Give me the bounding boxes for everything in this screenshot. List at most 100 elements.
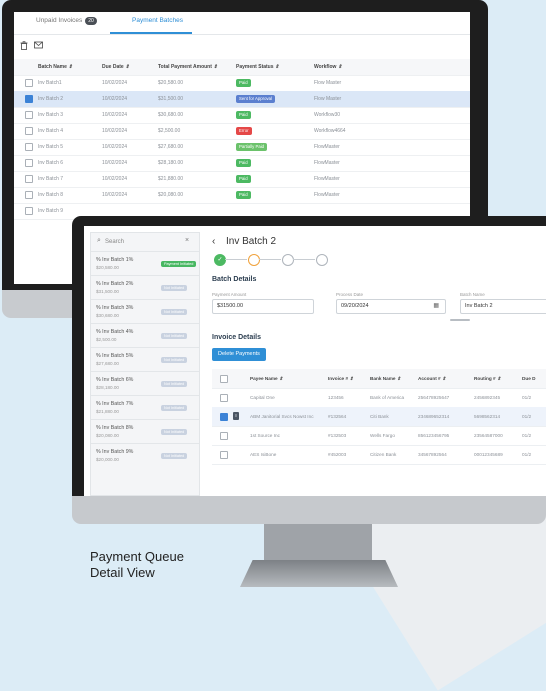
- back-arrow-icon[interactable]: ‹: [212, 236, 215, 247]
- col-account-number[interactable]: Account # ⇕: [418, 376, 446, 382]
- trash-icon[interactable]: [20, 41, 29, 50]
- mail-icon[interactable]: [34, 41, 43, 50]
- batch-name[interactable]: Inv Batch 3: [38, 112, 63, 118]
- invoice-number: 123456: [328, 395, 344, 400]
- horizontal-scrollbar[interactable]: [450, 319, 470, 321]
- row-checkbox[interactable]: [25, 175, 33, 183]
- due-date: 01/2: [522, 414, 532, 419]
- total-amount: $20,580.00: [158, 80, 184, 86]
- batch-name-field[interactable]: Inv Batch 2: [460, 299, 546, 314]
- batch-name[interactable]: Inv Batch 9: [38, 208, 63, 214]
- row-checkbox[interactable]: [25, 207, 33, 215]
- row-checkbox[interactable]: [220, 413, 228, 421]
- table-row[interactable]: Inv Batch 5 10/02/2024 $27,680.00 Partially…: [14, 139, 470, 156]
- col-due-date[interactable]: Due D: [522, 376, 536, 381]
- batch-list-item[interactable]: % Inv Batch 1% $20,580.00 Payment Initiate…: [91, 251, 199, 276]
- process-date-label: Process Date: [336, 292, 364, 297]
- tab-unpaid-invoices[interactable]: Unpaid Invoices 20: [36, 17, 97, 25]
- bank-name: Citizen Bank: [370, 452, 397, 457]
- batch-name[interactable]: Inv Batch 8: [38, 192, 63, 198]
- row-checkbox[interactable]: [25, 159, 33, 167]
- batch-name[interactable]: Inv Batch 7: [38, 176, 63, 182]
- table-row[interactable]: Inv Batch 2 10/02/2024 $31,500.00 Sent for …: [14, 91, 470, 108]
- tab-bar: Unpaid Invoices 20 Payment Batches: [14, 12, 470, 35]
- col-due-date[interactable]: Due Date ⇕: [102, 64, 129, 70]
- status-badge: Paid: [236, 159, 251, 167]
- col-bank-name[interactable]: Bank Name ⇕: [370, 376, 401, 382]
- batch-name[interactable]: Inv Batch 5: [38, 144, 63, 150]
- total-amount: $30,680.00: [158, 112, 184, 118]
- table-row[interactable]: 1st Source Inc #132503 Wells Fargo 85612345…: [212, 426, 546, 446]
- row-checkbox[interactable]: [25, 143, 33, 151]
- col-routing-number[interactable]: Routing # ⇕: [474, 376, 501, 382]
- col-batch-name[interactable]: Batch Name ⇕: [38, 64, 73, 70]
- table-row[interactable]: Inv Batch 8 10/02/2024 $20,080.00 Paid FlowM…: [14, 187, 470, 204]
- step-connector: [293, 259, 315, 260]
- batch-list-item[interactable]: % Inv Batch 9% $20,000.00 Not Initiated: [91, 443, 199, 468]
- batch-list-item[interactable]: % Inv Batch 2% $31,500.00 Not Initiated: [91, 275, 199, 300]
- batch-item-name: % Inv Batch 2%: [96, 281, 134, 287]
- col-workflow[interactable]: Workflow ⇕: [314, 64, 342, 70]
- delete-payments-button[interactable]: Delete Payments: [212, 348, 266, 361]
- row-checkbox[interactable]: [220, 451, 228, 459]
- col-total-amount[interactable]: Total Payment Amount ⇕: [158, 64, 218, 70]
- table-row[interactable]: Inv Batch 7 10/02/2024 $21,880.00 Paid FlowM…: [14, 171, 470, 188]
- monitor-stand-neck: [264, 524, 372, 564]
- col-payment-status[interactable]: Payment Status ⇕: [236, 64, 279, 70]
- workflow: Workflow4664: [314, 128, 346, 134]
- table-row[interactable]: AES IsiBone #452003 Citizen Bank 3456789256…: [212, 445, 546, 465]
- invoice-number: #132564: [328, 414, 347, 419]
- batch-list-item[interactable]: % Inv Batch 3% $30,680.00 Not Initiated: [91, 299, 199, 324]
- batch-name[interactable]: Inv Batch 2: [38, 96, 63, 102]
- status-badge: Paid: [236, 79, 251, 87]
- status-badge: Paid: [236, 175, 251, 183]
- due-date: 10/02/2024: [102, 96, 128, 102]
- search-bar[interactable]: ⌕ Search ×: [91, 233, 199, 251]
- document-icon[interactable]: ≡: [233, 412, 239, 420]
- calendar-icon[interactable]: ▦: [433, 302, 439, 309]
- table-row[interactable]: Inv Batch 6 10/02/2024 $28,180.00 Paid FlowM…: [14, 155, 470, 172]
- due-date: 01/2: [522, 395, 532, 400]
- close-icon[interactable]: ×: [185, 237, 189, 244]
- row-checkbox[interactable]: [25, 127, 33, 135]
- col-payee-name[interactable]: Payee Name ⇕: [250, 376, 283, 382]
- batch-name[interactable]: Inv Batch 6: [38, 160, 63, 166]
- row-checkbox[interactable]: [25, 79, 33, 87]
- due-date: 10/02/2024: [102, 112, 128, 118]
- select-all-checkbox[interactable]: [220, 375, 228, 383]
- batch-status-tag: Payment Initiated: [161, 261, 197, 267]
- table-row[interactable]: Inv Batch 3 10/02/2024 $30,680.00 Paid Workf…: [14, 107, 470, 124]
- step-1-complete: ✓: [214, 254, 226, 266]
- batch-item-amount: $27,680.00: [96, 361, 119, 366]
- batch-name[interactable]: Inv Batch1: [38, 80, 62, 86]
- process-date-field[interactable]: 09/20/2024 ▦: [336, 299, 446, 314]
- batch-item-name: % Inv Batch 4%: [96, 329, 134, 335]
- row-checkbox[interactable]: [25, 111, 33, 119]
- row-checkbox[interactable]: [220, 432, 228, 440]
- batch-name[interactable]: Inv Batch 4: [38, 128, 63, 134]
- batch-status-tag: Not Initiated: [161, 405, 188, 411]
- status-badge: Error: [236, 127, 252, 135]
- batch-list-item[interactable]: % Inv Batch 5% $27,680.00 Not Initiated: [91, 347, 199, 372]
- payment-amount-field[interactable]: $31500.00: [212, 299, 314, 314]
- batch-item-name: % Inv Batch 1%: [96, 257, 134, 263]
- payee-name: Capital One: [250, 395, 275, 400]
- search-input[interactable]: Search: [105, 239, 124, 245]
- table-row[interactable]: ≡ ABM Janitorial Svcs Nowst Inc #132564 Cit…: [212, 407, 546, 427]
- step-3: [282, 254, 294, 266]
- table-row[interactable]: Inv Batch 4 10/02/2024 $2,500.00 Error Workf…: [14, 123, 470, 140]
- batch-list-item[interactable]: % Inv Batch 7% $21,880.00 Not Initiated: [91, 395, 199, 420]
- bank-name: Wells Fargo: [370, 433, 395, 438]
- batch-list-item[interactable]: % Inv Batch 6% $28,180.00 Not Initiated: [91, 371, 199, 396]
- workflow: Workflow30: [314, 112, 341, 118]
- batch-list-item[interactable]: % Inv Batch 4% $2,500.00 Not Initiated: [91, 323, 199, 348]
- row-checkbox[interactable]: [220, 394, 228, 402]
- row-checkbox[interactable]: [25, 95, 33, 103]
- batch-list-item[interactable]: % Inv Batch 8% $20,080.00 Not Initiated: [91, 419, 199, 444]
- table-row[interactable]: Inv Batch1 10/02/2024 $20,580.00 Paid Flow M…: [14, 75, 470, 92]
- col-invoice-number[interactable]: Invoice # ⇕: [328, 376, 353, 382]
- due-date: 10/02/2024: [102, 160, 128, 166]
- tab-payment-batches[interactable]: Payment Batches: [132, 17, 183, 24]
- row-checkbox[interactable]: [25, 191, 33, 199]
- table-row[interactable]: Capital One 123456 Bank of America 25647892…: [212, 388, 546, 408]
